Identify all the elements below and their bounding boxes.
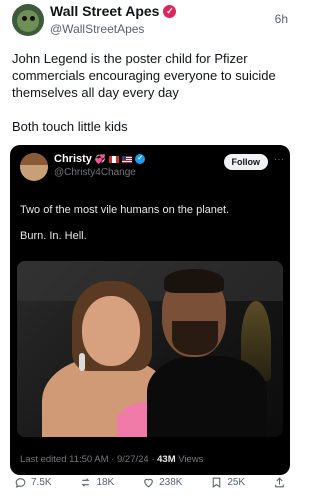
views-label: Views [175, 454, 204, 465]
photo-man-beard [172, 321, 218, 355]
us-flag-icon [122, 155, 133, 163]
quoted-post-text: Two of the most vile humans on the plane… [20, 203, 280, 255]
edited-info[interactable]: Last edited 11:50 AM · 9/27/24 · [20, 454, 157, 465]
like-count: 238K [159, 476, 183, 488]
canada-flag-icon [109, 155, 120, 163]
photo-woman-face [82, 296, 140, 366]
repost-count: 18K [96, 476, 115, 488]
outer-avatar[interactable] [12, 4, 44, 36]
outer-handle[interactable]: @WallStreetApes [50, 22, 144, 36]
outer-name-text: Wall Street Apes [50, 3, 160, 19]
reply-count: 7.5K [31, 476, 52, 488]
photo-backdrop [17, 261, 283, 301]
like-button[interactable]: 238K [142, 476, 182, 489]
avatar-face [17, 10, 39, 32]
quoted-display-name[interactable]: Christy 💞 ✓ [54, 153, 146, 165]
quoted-avatar-hair [20, 153, 48, 165]
share-icon [275, 476, 284, 487]
photo-man-suit [147, 356, 267, 437]
quoted-name-text: Christy [54, 153, 92, 165]
repost-button[interactable]: 18K [79, 476, 114, 489]
quoted-avatar[interactable] [20, 153, 48, 181]
outer-display-name[interactable]: Wall Street Apes ✓ [50, 3, 177, 19]
quoted-handle[interactable]: @Christy4Change [54, 167, 136, 178]
outer-post-text: John Legend is the poster child for Pfiz… [12, 50, 288, 152]
reply-icon [15, 477, 26, 488]
bookmark-button[interactable]: 25K [210, 476, 245, 489]
avatar-eye-left [22, 16, 27, 21]
quoted-text-paragraph-1: Two of the most vile humans on the plane… [20, 204, 230, 216]
bookmark-count: 25K [227, 476, 246, 488]
post-time[interactable]: 6h [275, 12, 288, 26]
more-icon[interactable]: ··· [274, 154, 284, 165]
post-photo[interactable] [17, 261, 283, 437]
outer-text-paragraph-2: Both touch little kids [12, 119, 128, 134]
views-count: 43M [157, 454, 176, 465]
repost-icon [81, 477, 90, 487]
post-meta: Last edited 11:50 AM · 9/27/24 · 43M Vie… [20, 454, 203, 465]
share-button[interactable] [273, 476, 286, 489]
like-icon [144, 478, 153, 487]
verified-badge-icon: ✓ [163, 4, 177, 18]
action-bar: 7.5K 18K 238K 25K [0, 472, 300, 492]
photo-earring [79, 353, 85, 371]
bookmark-icon [213, 477, 221, 488]
avatar-eye-right [30, 16, 35, 21]
quoted-post-card[interactable]: Christy 💞 ✓ @Christy4Change Follow ··· T… [10, 145, 290, 475]
heart-emoji-icon: 💞 [94, 153, 107, 164]
quoted-text-paragraph-2: Burn. In. Hell. [20, 230, 87, 242]
outer-text-paragraph-1: John Legend is the poster child for Pfiz… [12, 51, 276, 100]
photo-man-hair [164, 269, 224, 293]
verified-badge-icon: ✓ [135, 154, 146, 164]
follow-button[interactable]: Follow [223, 154, 268, 170]
reply-button[interactable]: 7.5K [14, 476, 52, 489]
